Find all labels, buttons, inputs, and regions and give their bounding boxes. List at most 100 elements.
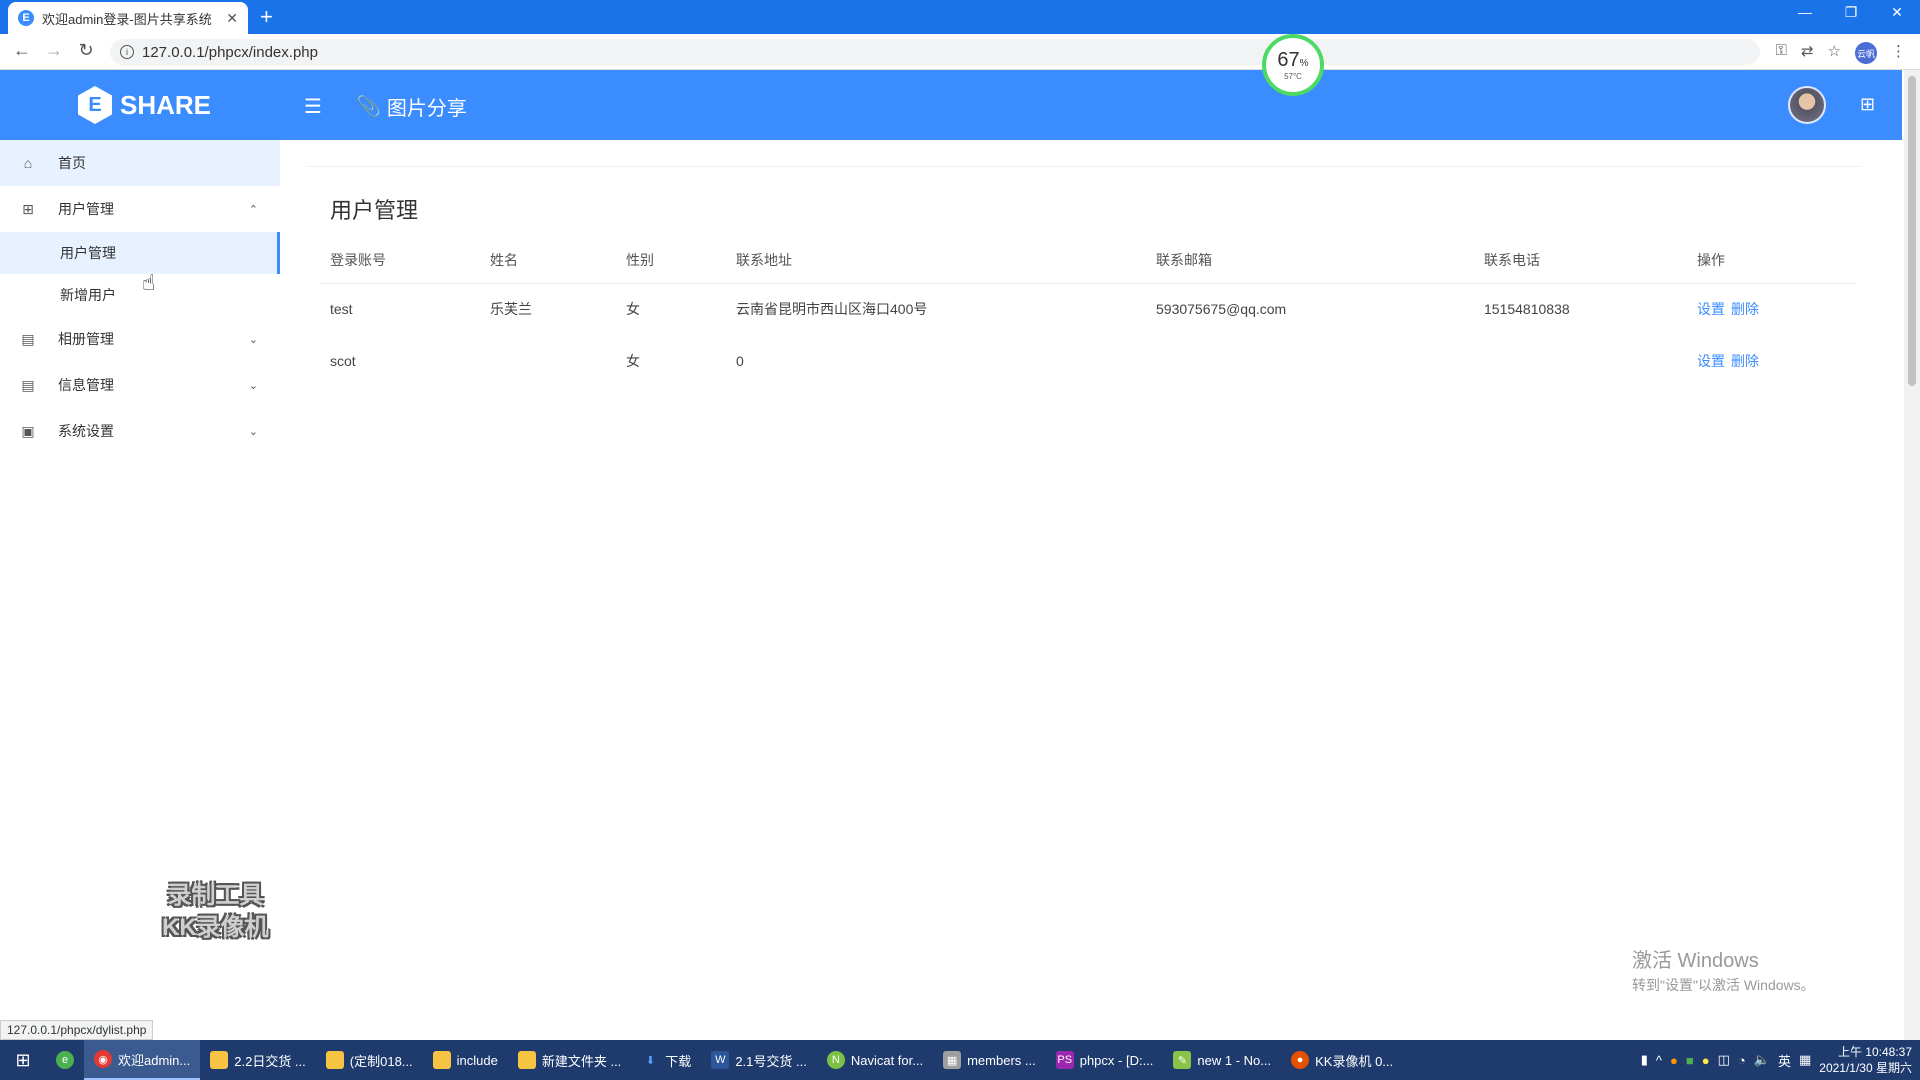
key-icon[interactable]: ⚿ xyxy=(1776,42,1787,64)
browser-tab[interactable]: E 欢迎admin登录-图片共享系统 ✕ xyxy=(8,2,248,34)
app-header: E SHARE ☰ 📎 图片分享 ⊞ xyxy=(0,70,1902,140)
column-header: 性别 xyxy=(616,237,726,284)
cell-actions: 设置 删除 xyxy=(1687,283,1856,335)
tray-app-icon[interactable]: ■ xyxy=(1686,1053,1694,1068)
page-scrollbar[interactable] xyxy=(1904,70,1920,1040)
keyboard-icon[interactable]: ▦ xyxy=(1799,1052,1811,1068)
ime-indicator[interactable]: 英 xyxy=(1778,1051,1791,1070)
close-window-icon[interactable]: ✕ xyxy=(1882,4,1912,21)
cpu-monitor-badge[interactable]: 67% 57°C xyxy=(1262,34,1324,96)
settings-link[interactable]: 设置 xyxy=(1697,353,1725,369)
chevron-down-icon: ⌄ xyxy=(248,333,258,346)
battery-icon[interactable]: ▮ xyxy=(1641,1052,1648,1068)
bookmark-star-icon[interactable]: ☆ xyxy=(1828,42,1841,64)
restore-icon[interactable]: ❐ xyxy=(1836,4,1866,21)
sidebar-item-info-management[interactable]: ▤ 信息管理 ⌄ xyxy=(0,362,280,408)
taskbar-item[interactable]: N Navicat for... xyxy=(817,1040,933,1080)
show-hidden-icons-icon[interactable]: ^ xyxy=(1656,1053,1662,1068)
taskbar-item-label: Navicat for... xyxy=(850,1052,924,1068)
cell-actions: 设置 删除 xyxy=(1687,335,1856,387)
folder-icon xyxy=(325,1051,344,1069)
cpu-percent-unit: % xyxy=(1299,58,1309,69)
activate-subtitle: 转到"设置"以激活 Windows。 xyxy=(1632,977,1815,993)
taskbar-item[interactable]: include xyxy=(423,1040,508,1080)
system-clock[interactable]: 上午 10:48:37 2021/1/30 星期六 xyxy=(1819,1044,1912,1076)
reload-icon[interactable]: ↻ xyxy=(74,40,98,61)
column-header: 联系地址 xyxy=(726,237,1146,284)
cell-gender: 女 xyxy=(626,301,640,318)
table-icon: ▦ xyxy=(943,1051,962,1069)
taskbar-item-label: 欢迎admin... xyxy=(118,1052,191,1068)
sidebar-subitem-add-user[interactable]: 新增用户 xyxy=(0,274,280,316)
tray-app-icon[interactable]: ● xyxy=(1670,1053,1678,1068)
sidebar-item-user-management[interactable]: ⊞ 用户管理 ⌃ xyxy=(0,186,280,232)
taskbar-item-label: 2.2日交货 ... xyxy=(234,1053,306,1069)
delete-link[interactable]: 删除 xyxy=(1731,301,1759,317)
sidebar-subitem-user-management[interactable]: 用户管理 xyxy=(0,232,280,274)
windows-start-icon[interactable]: ⊞ xyxy=(0,1040,46,1080)
taskbar-item[interactable]: ✎ new 1 - No... xyxy=(1163,1040,1281,1080)
taskbar-item[interactable]: W 2.1号交货 ... xyxy=(701,1040,817,1080)
taskbar-item-label: phpcx - [D:... xyxy=(1079,1052,1154,1068)
taskbar-item[interactable]: ◉ 欢迎admin... xyxy=(84,1040,201,1080)
grid-menu-icon[interactable]: ⊞ xyxy=(1860,94,1875,115)
delete-link[interactable]: 删除 xyxy=(1731,353,1759,369)
minimize-icon[interactable]: — xyxy=(1790,4,1820,20)
taskbar-item[interactable]: (定制018... xyxy=(316,1040,423,1080)
close-tab-icon[interactable]: ✕ xyxy=(226,10,238,27)
taskbar-360-browser[interactable]: e xyxy=(46,1040,84,1080)
taskbar-item[interactable]: ● KK录像机 0... xyxy=(1281,1040,1403,1080)
info-icon[interactable]: i xyxy=(120,45,134,59)
windows-taskbar: ⊞ e ◉ 欢迎admin... 2.2日交货 ... (定制018... inc… xyxy=(0,1040,1920,1080)
volume-icon[interactable]: 🔈 xyxy=(1754,1052,1770,1068)
network-icon[interactable]: ◫ xyxy=(1718,1052,1730,1068)
taskbar-item[interactable]: 新建文件夹 ... xyxy=(508,1040,631,1080)
settings-link[interactable]: 设置 xyxy=(1697,301,1725,317)
document-icon: ▤ xyxy=(21,376,35,393)
chevron-down-icon: ⌄ xyxy=(248,379,258,392)
sidebar-item-label: 信息管理 xyxy=(58,377,114,393)
cpu-percent: 67 xyxy=(1277,49,1300,71)
sidebar-item-home[interactable]: ⌂ 首页 xyxy=(0,140,280,186)
home-icon: ⌂ xyxy=(23,155,33,171)
sidebar-item-album-management[interactable]: ▤ 相册管理 ⌄ xyxy=(0,316,280,362)
table-header-row: 登录账号 姓名 性别 联系地址 联系邮箱 联系电话 操作 xyxy=(320,237,1856,284)
taskbar-item[interactable]: ▦ members ... xyxy=(933,1040,1046,1080)
table-row: scot 女 0 设置 删除 xyxy=(320,335,1856,387)
taskbar-item-label: (定制018... xyxy=(349,1053,413,1069)
menu-dots-icon[interactable]: ⋮ xyxy=(1891,42,1906,64)
forward-icon[interactable]: → xyxy=(42,40,66,61)
chevron-down-icon: ⌄ xyxy=(248,425,258,438)
header-title[interactable]: 📎 图片分享 xyxy=(356,92,467,121)
cell-address: 0 xyxy=(736,353,744,369)
tray-app-icon[interactable]: ● xyxy=(1702,1053,1710,1068)
taskbar-item-label: 新建文件夹 ... xyxy=(541,1053,622,1069)
document-icon: ▤ xyxy=(21,330,35,347)
new-tab-icon[interactable]: + xyxy=(260,5,273,29)
cell-phone: 15154810838 xyxy=(1484,301,1570,318)
user-table: 登录账号 姓名 性别 联系地址 联系邮箱 联系电话 操作 test 乐芙兰 女 … xyxy=(320,237,1856,387)
app-logo[interactable]: E SHARE xyxy=(78,86,211,124)
taskbar-item-label: 下载 xyxy=(665,1053,692,1069)
sidebar-item-label: 相册管理 xyxy=(58,331,114,347)
profile-avatar[interactable]: 云帆 xyxy=(1855,42,1877,64)
taskbar-item[interactable]: PS phpcx - [D:... xyxy=(1046,1040,1164,1080)
folder-icon xyxy=(432,1051,451,1069)
clock-time: 上午 10:48:37 xyxy=(1837,1045,1912,1059)
translate-icon[interactable]: ⇄ xyxy=(1801,42,1814,64)
user-avatar[interactable] xyxy=(1788,86,1826,124)
sidebar-item-system-settings[interactable]: ▣ 系统设置 ⌄ xyxy=(0,408,280,454)
taskbar-item[interactable]: ⬇ 下载 xyxy=(631,1040,701,1080)
recorder-watermark: 录制工具 KK录像机 xyxy=(162,880,269,944)
cell-phone xyxy=(1474,335,1687,387)
chevron-up-icon: ⌃ xyxy=(248,203,258,216)
wifi-icon[interactable]: ◔ xyxy=(1738,1053,1746,1068)
cell-account: test xyxy=(330,301,353,318)
taskbar-item[interactable]: 2.2日交货 ... xyxy=(200,1040,316,1080)
chrome-icon: ◉ xyxy=(94,1050,112,1068)
url-input[interactable]: i 127.0.0.1/phpcx/index.php xyxy=(110,39,1760,65)
scrollbar-thumb[interactable] xyxy=(1908,76,1916,386)
back-icon[interactable]: ← xyxy=(10,40,34,61)
menu-toggle-icon[interactable]: ☰ xyxy=(304,94,322,119)
paperclip-icon: 📎 xyxy=(356,96,381,118)
